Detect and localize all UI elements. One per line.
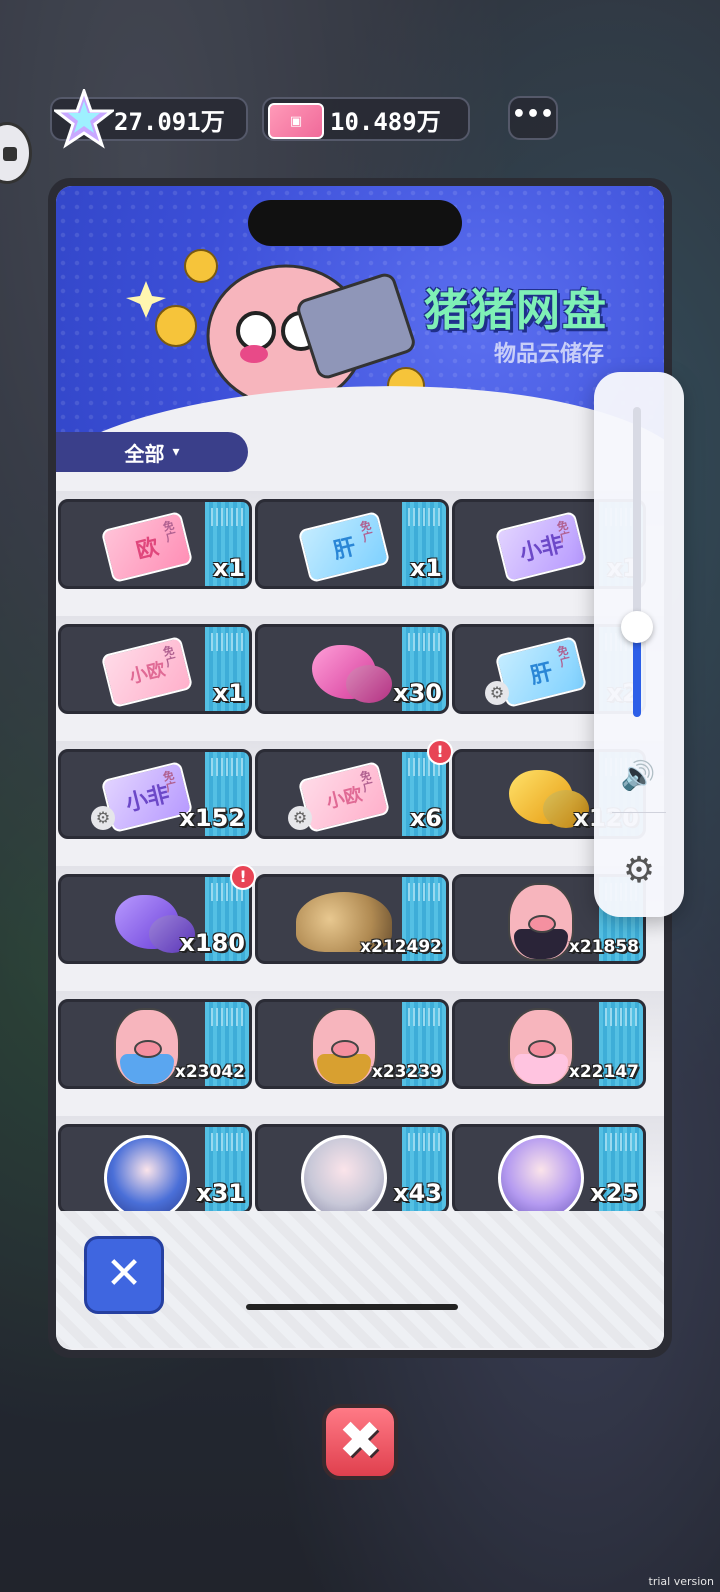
ticket-icon: ▣ (268, 103, 324, 139)
item-quantity: x25 (590, 1179, 639, 1207)
character-avatar-icon (301, 1135, 387, 1211)
phone-screen: 猪猪网盘 物品云储存 全部 ▾ 欧免广x1肝免广x1小非免广x1小欧免广x1x3… (56, 186, 664, 1350)
cloud-storage-phone: 猪猪网盘 物品云储存 全部 ▾ 欧免广x1肝免广x1小非免广x1小欧免广x1x3… (48, 178, 672, 1358)
gear-icon: ⚙ (485, 681, 509, 705)
ticket-item-icon: 肝免广 (297, 510, 391, 584)
item-quantity: x1 (212, 679, 245, 707)
item-quantity: x6 (409, 804, 442, 832)
pig-character-icon (508, 883, 574, 961)
gem-item-icon (312, 645, 376, 699)
ticket-item-icon: 小欧 免广 (100, 635, 194, 709)
gear-icon: ⚙ (91, 806, 115, 830)
item-quantity: x21858 (568, 937, 639, 957)
item-slot[interactable]: 小欧 免广 ⚙ x6 (255, 749, 449, 839)
banner-subtitle: 物品云储存 (494, 342, 605, 367)
chevron-down-icon: ▾ (172, 444, 180, 460)
item-slot[interactable]: 欧免广 x1 (58, 499, 252, 589)
phone-notch (248, 200, 462, 246)
more-button[interactable]: ••• (508, 96, 558, 140)
item-slot[interactable]: x30 (255, 624, 449, 714)
item-slot[interactable]: 小欧 免广 x1 (58, 624, 252, 714)
pig-character-icon (114, 1008, 180, 1086)
item-quantity: x152 (179, 804, 245, 832)
item-slot[interactable]: x43 (255, 1124, 449, 1211)
volume-slider[interactable] (633, 407, 641, 717)
close-button[interactable]: ✖ (322, 1404, 398, 1480)
watermark: trial version (648, 1575, 714, 1588)
pig-character-icon (508, 1008, 574, 1086)
item-slot[interactable]: x25 (452, 1124, 646, 1211)
ticket-currency: ▣ 10.489万 (262, 97, 470, 141)
item-quantity: x23042 (174, 1062, 245, 1082)
item-slot[interactable]: x22147 (452, 999, 646, 1089)
close-storage-button[interactable]: ✕ (84, 1236, 164, 1314)
ticket-item-icon: 小非 免广 (494, 510, 588, 584)
star-amount: 27.091万 (114, 107, 225, 136)
item-slot[interactable]: 肝免广 x1 (255, 499, 449, 589)
gear-icon[interactable]: ⚙ (618, 850, 660, 892)
item-slot[interactable]: x23239 (255, 999, 449, 1089)
item-quantity: x23239 (371, 1062, 442, 1082)
item-slot[interactable]: 小非 免广 ⚙ x152 (58, 749, 252, 839)
gem-item-icon (509, 770, 573, 824)
volume-knob[interactable] (621, 611, 653, 644)
ticket-amount: 10.489万 (330, 107, 441, 136)
ticket-item-icon: 小欧 免广 (297, 760, 391, 834)
pig-laptop-illustration (126, 249, 425, 406)
banner-title: 猪猪网盘 (424, 285, 608, 336)
item-grid: 欧免广x1肝免广x1小非免广x1小欧免广x1x30肝免广⚙x2小非免广⚙x152… (56, 491, 664, 1211)
speaker-icon[interactable]: 🔊 (618, 759, 658, 792)
item-quantity: x1 (409, 554, 442, 582)
character-avatar-icon (498, 1135, 584, 1211)
filter-dropdown[interactable]: 全部 ▾ (56, 432, 248, 472)
alert-icon: ! (427, 739, 453, 765)
item-quantity: x1 (212, 554, 245, 582)
item-slot[interactable]: x23042 (58, 999, 252, 1089)
item-quantity: x212492 (360, 937, 442, 957)
star-currency: 27.091万 (50, 89, 248, 149)
item-quantity: x180 (179, 929, 245, 957)
gem-item-icon (115, 895, 179, 949)
volume-panel: 🔊 ⚙ (594, 372, 684, 917)
alert-icon: ! (230, 864, 256, 890)
item-quantity: x31 (196, 1179, 245, 1207)
item-slot[interactable]: x180 (58, 874, 252, 964)
ticket-item-icon: 欧免广 (100, 510, 194, 584)
pig-character-icon (311, 1008, 377, 1086)
item-quantity: x30 (393, 679, 442, 707)
ticket-item-icon: 肝免广 (494, 635, 588, 709)
star-icon (54, 89, 114, 149)
gear-icon: ⚙ (288, 806, 312, 830)
item-slot[interactable]: x212492 (255, 874, 449, 964)
filter-label: 全部 (124, 441, 165, 466)
item-quantity: x43 (393, 1179, 442, 1207)
character-avatar-icon (104, 1135, 190, 1211)
item-quantity: x22147 (568, 1062, 639, 1082)
home-indicator (246, 1304, 458, 1310)
item-slot[interactable]: x31 (58, 1124, 252, 1211)
